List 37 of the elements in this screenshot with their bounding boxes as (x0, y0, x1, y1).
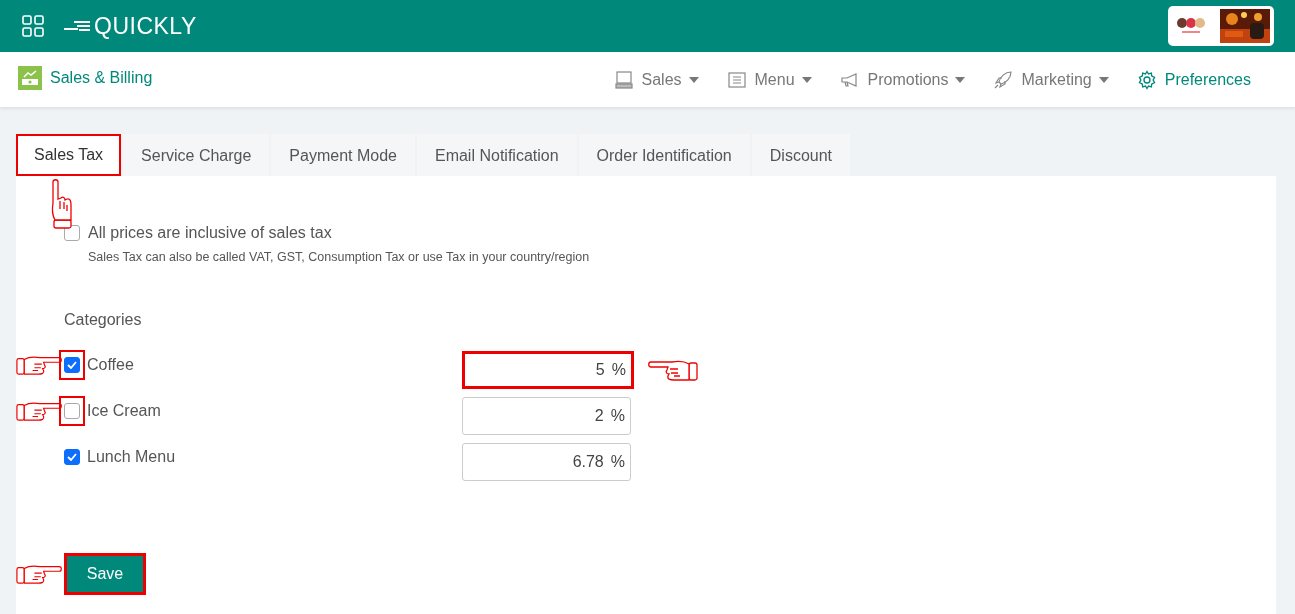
coffee-shop-logo-icon (1176, 16, 1206, 36)
cash-register-icon (18, 65, 42, 90)
apps-grid-icon[interactable] (22, 15, 44, 37)
tab[interactable]: Sales Tax (16, 134, 122, 176)
help-text: Sales Tax can also be called VAT, GST, Consumption Tax or use Tax in your country/region (88, 250, 591, 264)
save-button[interactable]: Save (64, 553, 146, 595)
brand-logo[interactable]: QUICKLY (94, 12, 197, 40)
tab[interactable]: Email Notification (416, 134, 577, 176)
checkbox[interactable] (64, 449, 80, 465)
checkbox[interactable] (64, 357, 80, 373)
tab[interactable]: Payment Mode (271, 134, 415, 176)
section-title: Sales & Billing (50, 68, 153, 87)
register-icon (613, 69, 634, 90)
checkbox[interactable] (64, 403, 80, 419)
tax-rate-field[interactable]: 6.78 % (462, 443, 631, 481)
tab[interactable]: Order Identification (578, 134, 750, 176)
tab[interactable]: Discount (751, 134, 850, 176)
categories-heading: Categories (64, 311, 143, 329)
list-icon (726, 69, 747, 90)
nav-link[interactable]: Promotions (839, 69, 966, 90)
category-label: Ice Cream (87, 402, 161, 420)
nav-link[interactable]: Sales (613, 69, 699, 90)
nav-link[interactable]: Marketing (993, 69, 1109, 90)
checkbox-label: All prices are inclusive of sales tax (88, 224, 332, 242)
tax-rate-field[interactable]: 2 % (462, 397, 631, 435)
nav-link[interactable]: Menu (726, 69, 812, 90)
tax-rate-field[interactable]: 5 % (462, 351, 634, 389)
rocket-icon (993, 69, 1014, 90)
account-badge[interactable] (1168, 6, 1274, 46)
category-label: Lunch Menu (87, 448, 176, 466)
settings-icon (1136, 69, 1157, 90)
checkmark-icon (67, 453, 77, 461)
nav-link[interactable]: Preferences (1136, 69, 1251, 90)
speed-lines-icon (64, 19, 92, 33)
tab[interactable]: Service Charge (123, 134, 270, 176)
checkmark-icon (67, 361, 77, 369)
category-label: Coffee (87, 356, 134, 374)
